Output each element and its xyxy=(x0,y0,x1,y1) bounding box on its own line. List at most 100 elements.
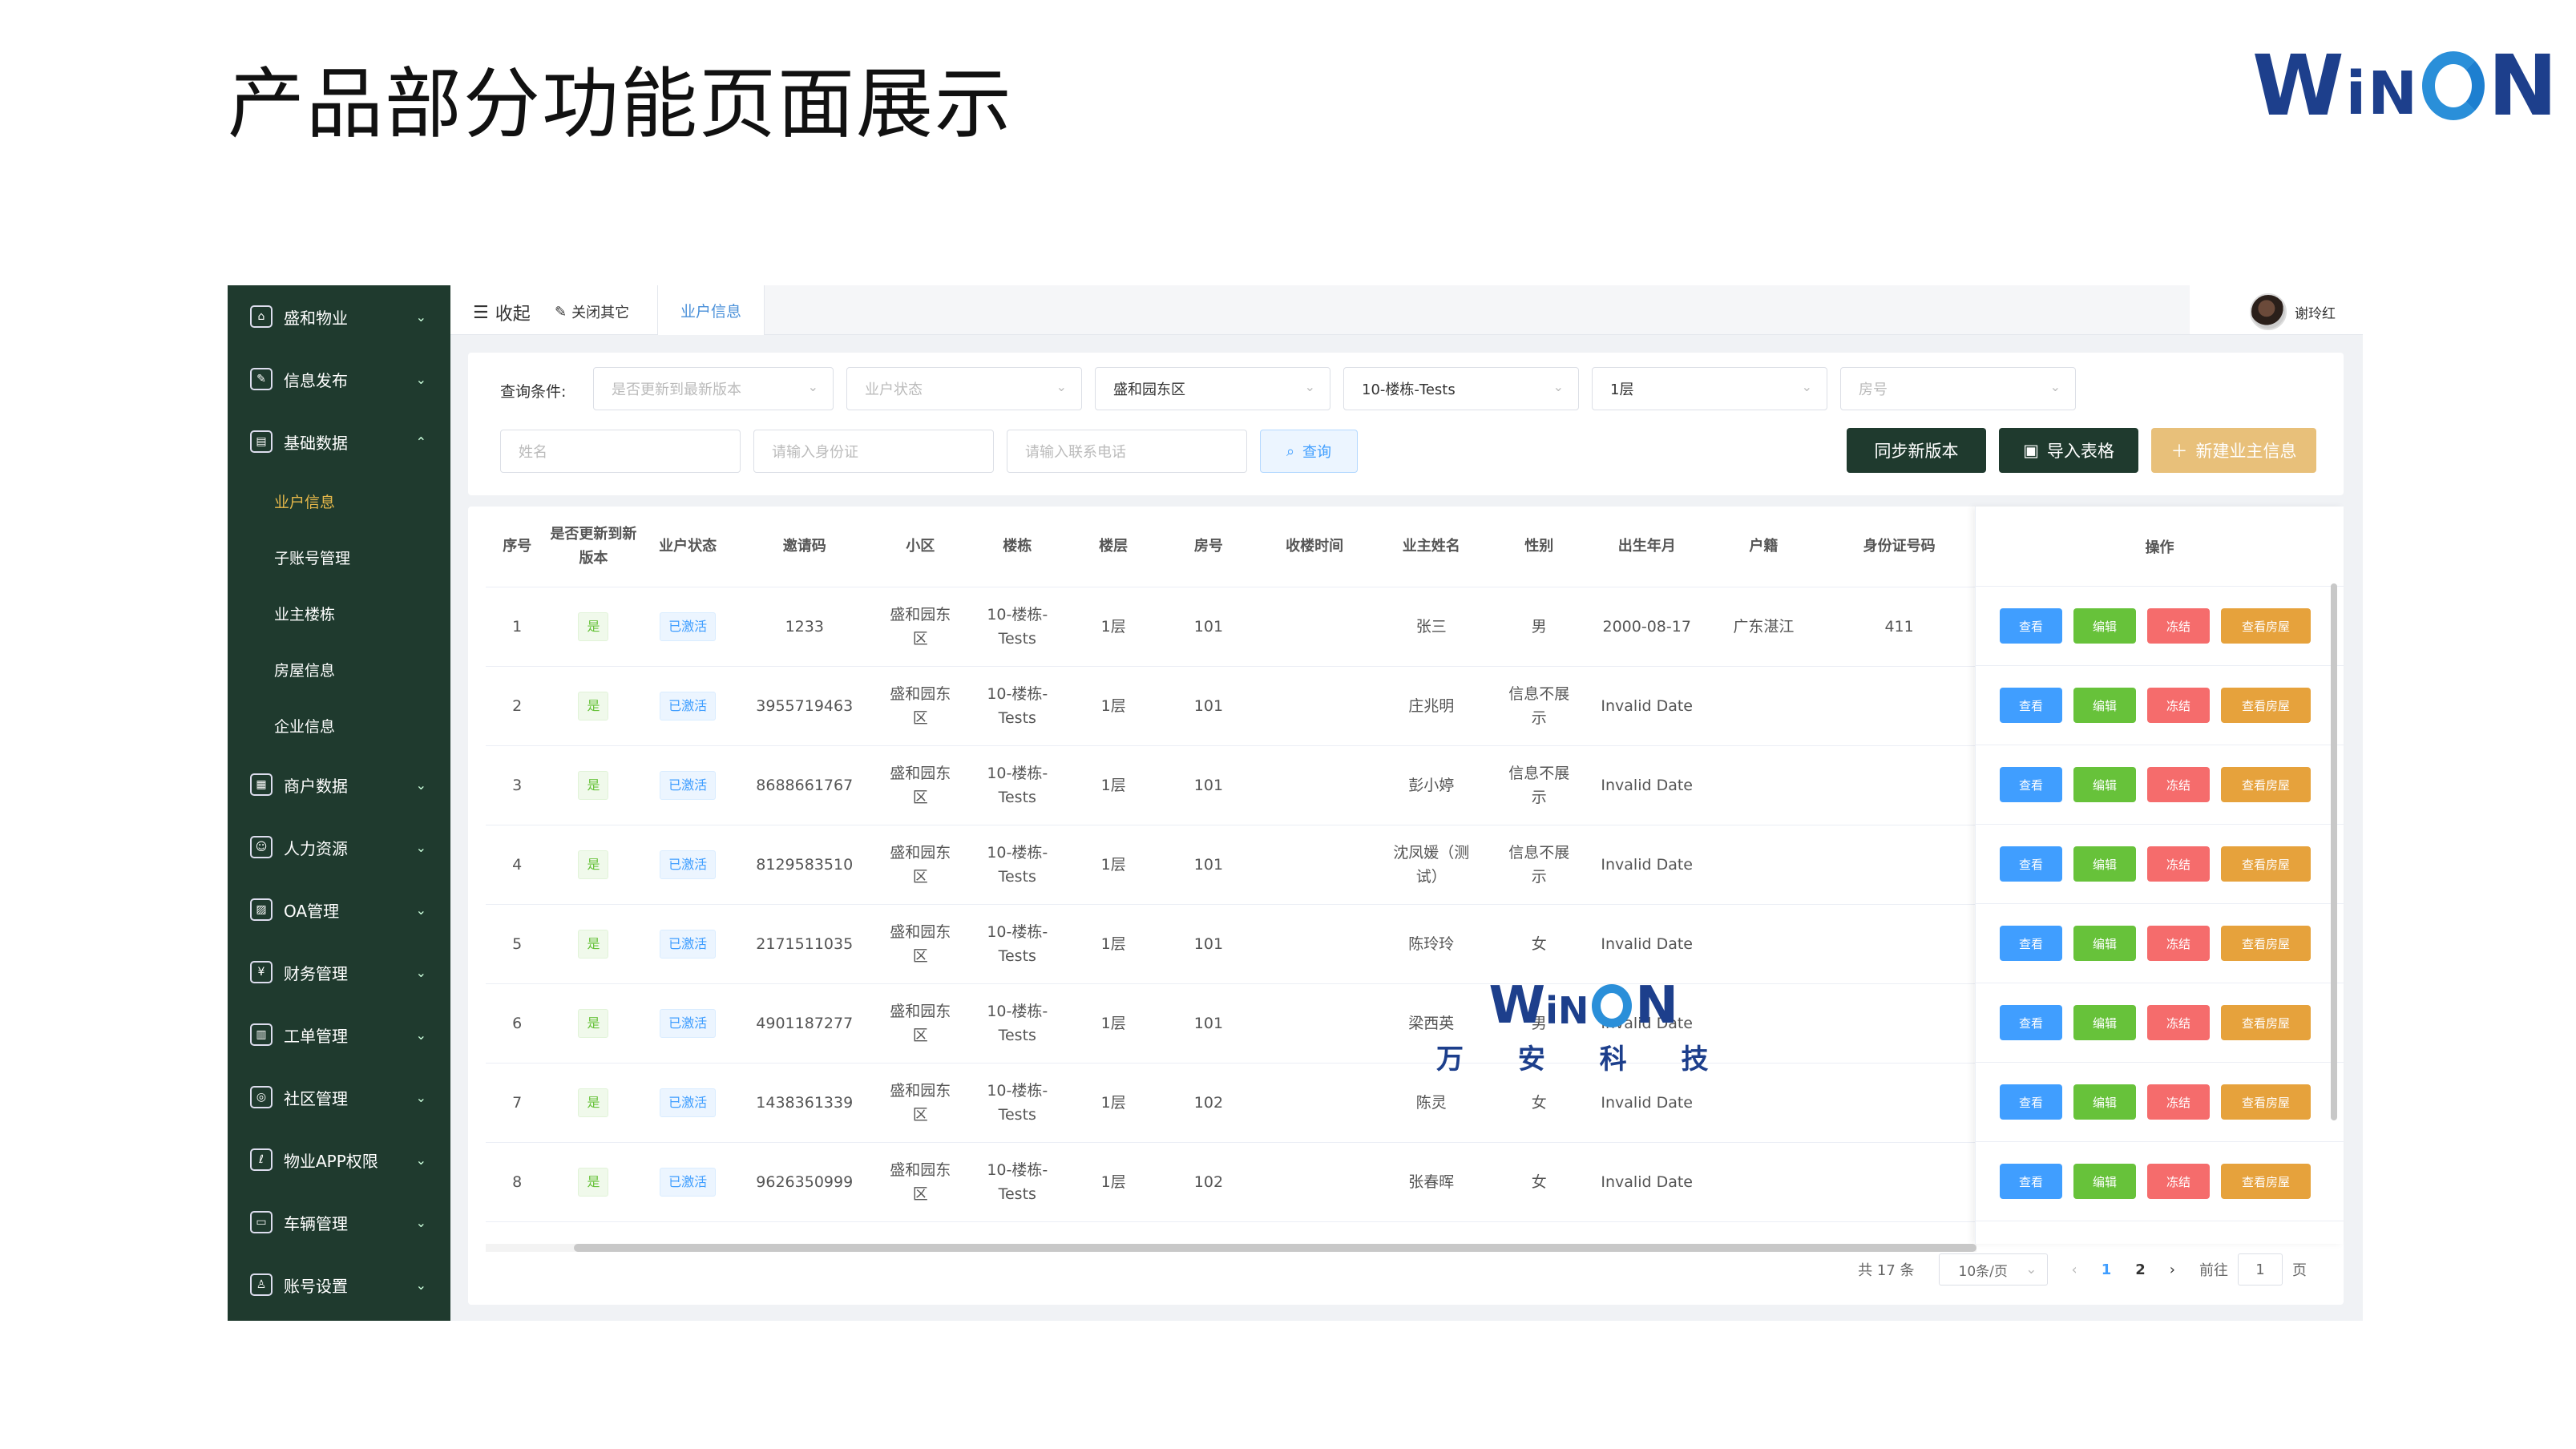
home-icon: ⌂ xyxy=(250,305,273,328)
cell-huji xyxy=(1705,904,1823,984)
freeze-button[interactable]: 冻结 xyxy=(2147,1084,2210,1120)
edit-button[interactable]: 编辑 xyxy=(2073,767,2136,802)
next-page-icon[interactable]: › xyxy=(2170,1261,2175,1278)
chevron-down-icon: ⌄ xyxy=(415,1214,426,1230)
freeze-button[interactable]: 冻结 xyxy=(2147,1005,2210,1040)
edit-button[interactable]: 编辑 xyxy=(2073,1164,2136,1199)
sidebar-subitem-0[interactable]: 业户信息 xyxy=(228,473,450,529)
freeze-button[interactable]: 冻结 xyxy=(2147,608,2210,644)
sidebar-item-7[interactable]: ▥ 工单管理 ⌄ xyxy=(228,1003,450,1066)
name-input[interactable]: 姓名 xyxy=(500,430,741,473)
floor-select-value: 1层 xyxy=(1610,381,1634,398)
goto-page-input[interactable]: 1 xyxy=(2238,1253,2283,1286)
edit-icon: ✎ xyxy=(250,368,273,390)
view-button[interactable]: 查看 xyxy=(2000,846,2062,882)
sidebar-item-2[interactable]: ▤ 基础数据 ⌃ xyxy=(228,410,450,473)
sidebar-subitem-1[interactable]: 子账号管理 xyxy=(228,529,450,585)
view-button[interactable]: 查看 xyxy=(2000,608,2062,644)
view-button[interactable]: 查看 xyxy=(2000,767,2062,802)
sidebar-item-1[interactable]: ✎ 信息发布 ⌄ xyxy=(228,348,450,410)
cell-gender: 信息不展示 xyxy=(1489,745,1589,825)
room-select[interactable]: 房号 ⌄ xyxy=(1840,367,2076,410)
status-badge: 已激活 xyxy=(660,1167,717,1197)
edit-button[interactable]: 编辑 xyxy=(2073,688,2136,723)
community-select[interactable]: 盛和园东区 ⌄ xyxy=(1095,367,1330,410)
view-house-button[interactable]: 查看房屋 xyxy=(2221,1084,2311,1120)
freeze-button[interactable]: 冻结 xyxy=(2147,1164,2210,1199)
edit-button[interactable]: 编辑 xyxy=(2073,608,2136,644)
sidebar-item-4[interactable]: ☺ 人力资源 ⌄ xyxy=(228,816,450,878)
page-size-select[interactable]: 10条/页 ⌄ xyxy=(1938,1253,2048,1286)
sync-version-button[interactable]: 同步新版本 xyxy=(1847,428,1986,473)
sidebar-item-8[interactable]: ◎ 社区管理 ⌄ xyxy=(228,1066,450,1128)
cell-code: 4901187277 xyxy=(737,983,872,1064)
total-count: 共 17 条 xyxy=(1858,1262,1915,1279)
updated-tag: 是 xyxy=(578,1008,609,1038)
freeze-button[interactable]: 冻结 xyxy=(2147,846,2210,882)
cell-birth: Invalid Date xyxy=(1588,666,1706,746)
cell-no: 6 xyxy=(486,983,549,1064)
tab-owner-info[interactable]: 业户信息 xyxy=(657,285,765,335)
view-house-button[interactable]: 查看房屋 xyxy=(2221,846,2311,882)
sidebar-item-0[interactable]: ⌂ 盛和物业 ⌄ xyxy=(228,285,450,348)
table-row: 1 是 已激活 1233 盛和园东区 10-楼栋-Tests 1层 101 张三男 2000-08… xyxy=(486,587,1976,667)
sidebar-item-6[interactable]: ¥ 财务管理 ⌄ xyxy=(228,941,450,1003)
edit-button[interactable]: 编辑 xyxy=(2073,926,2136,961)
view-button[interactable]: 查看 xyxy=(2000,1084,2062,1120)
cell-building: 10-楼栋-Tests xyxy=(968,587,1066,667)
prev-page-icon[interactable]: ‹ xyxy=(2072,1261,2077,1278)
building-select[interactable]: 10-楼栋-Tests ⌄ xyxy=(1343,367,1579,410)
view-house-button[interactable]: 查看房屋 xyxy=(2221,1164,2311,1199)
sidebar-item-10[interactable]: ▭ 车辆管理 ⌄ xyxy=(228,1191,450,1253)
scrollbar-thumb[interactable] xyxy=(574,1244,1976,1252)
sidebar-subitem-4[interactable]: 企业信息 xyxy=(228,697,450,753)
page-2[interactable]: 2 xyxy=(2135,1261,2146,1278)
cell-floor: 1层 xyxy=(1065,983,1161,1064)
cell-idcard xyxy=(1822,825,1976,905)
cell-recv xyxy=(1256,983,1373,1064)
new-owner-button[interactable]: ＋ 新建业主信息 xyxy=(2151,428,2316,473)
sidebar-item-9[interactable]: ℓ 物业APP权限 ⌄ xyxy=(228,1128,450,1191)
version-select[interactable]: 是否更新到最新版本 ⌄ xyxy=(593,367,834,410)
column-header: 小区 xyxy=(871,507,969,587)
status-select-placeholder: 业户状态 xyxy=(865,381,923,398)
sidebar-item-3[interactable]: ▦ 商户数据 ⌄ xyxy=(228,753,450,816)
view-house-button[interactable]: 查看房屋 xyxy=(2221,688,2311,723)
sidebar-subitem-2[interactable]: 业主楼栋 xyxy=(228,585,450,641)
collapse-button[interactable]: ☰ 收起 xyxy=(473,300,531,325)
freeze-button[interactable]: 冻结 xyxy=(2147,688,2210,723)
user-menu[interactable]: 谢玲红 xyxy=(2250,293,2336,330)
cell-idcard xyxy=(1822,1063,1976,1143)
sidebar-item-11[interactable]: ♙ 账号设置 ⌄ xyxy=(228,1253,450,1316)
edit-button[interactable]: 编辑 xyxy=(2073,1084,2136,1120)
status-select[interactable]: 业户状态 ⌄ xyxy=(846,367,1082,410)
view-button[interactable]: 查看 xyxy=(2000,1164,2062,1199)
view-button[interactable]: 查看 xyxy=(2000,926,2062,961)
view-house-button[interactable]: 查看房屋 xyxy=(2221,608,2311,644)
freeze-button[interactable]: 冻结 xyxy=(2147,926,2210,961)
page-1[interactable]: 1 xyxy=(2102,1261,2112,1278)
freeze-button[interactable]: 冻结 xyxy=(2147,767,2210,802)
horizontal-scrollbar[interactable] xyxy=(486,1244,1976,1252)
floor-select[interactable]: 1层 ⌄ xyxy=(1592,367,1827,410)
view-house-button[interactable]: 查看房屋 xyxy=(2221,767,2311,802)
view-button[interactable]: 查看 xyxy=(2000,688,2062,723)
edit-button[interactable]: 编辑 xyxy=(2073,846,2136,882)
search-button[interactable]: ⌕ 查询 xyxy=(1260,430,1358,473)
idcard-input[interactable]: 请输入身份证 xyxy=(753,430,994,473)
edit-button[interactable]: 编辑 xyxy=(2073,1005,2136,1040)
import-table-button[interactable]: ▣ 导入表格 xyxy=(1999,428,2138,473)
sidebar-subitem-3[interactable]: 房屋信息 xyxy=(228,641,450,697)
close-other-button[interactable]: ✎ 关闭其它 xyxy=(555,301,629,322)
folder-icon: ▣ xyxy=(2023,441,2039,460)
vertical-scrollbar[interactable] xyxy=(2331,583,2337,1120)
view-house-button[interactable]: 查看房屋 xyxy=(2221,926,2311,961)
cell-updated: 是 xyxy=(548,1063,639,1143)
cell-community: 盛和园东区 xyxy=(871,745,969,825)
cell-no: 3 xyxy=(486,745,549,825)
view-button[interactable]: 查看 xyxy=(2000,1005,2062,1040)
sidebar-item-5[interactable]: ▨ OA管理 ⌄ xyxy=(228,878,450,941)
chevron-down-icon: ⌄ xyxy=(2049,379,2061,394)
phone-input[interactable]: 请输入联系电话 xyxy=(1007,430,1247,473)
view-house-button[interactable]: 查看房屋 xyxy=(2221,1005,2311,1040)
